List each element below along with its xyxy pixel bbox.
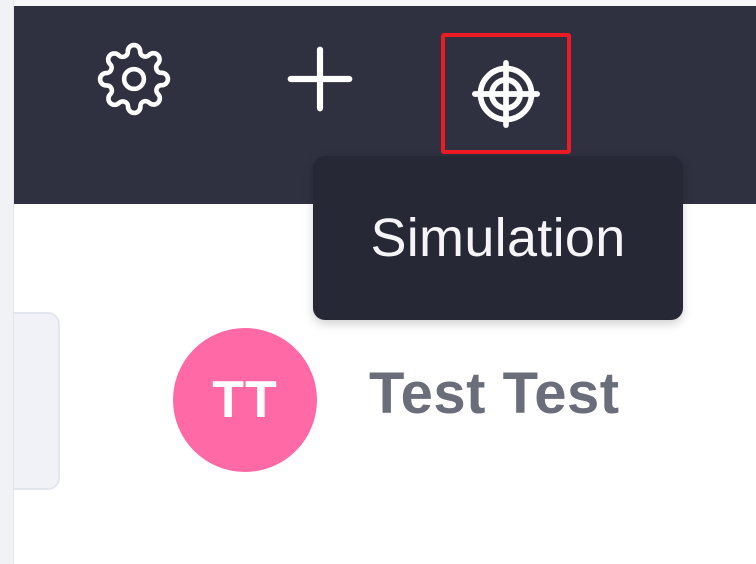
- avatar[interactable]: TT: [173, 328, 317, 472]
- app-window: Simulation TT Test Test: [0, 0, 756, 564]
- user-name: Test Test: [369, 361, 620, 426]
- tooltip-text: Simulation: [370, 208, 626, 268]
- plus-icon: [283, 42, 357, 116]
- gear-icon: [97, 42, 171, 116]
- avatar-initials: TT: [212, 371, 278, 429]
- simulation-tooltip: Simulation: [313, 156, 683, 320]
- add-button[interactable]: [280, 38, 360, 120]
- left-edge: [0, 0, 14, 564]
- settings-button[interactable]: [96, 38, 172, 120]
- simulation-button[interactable]: [441, 33, 571, 154]
- side-panel-card: [14, 312, 60, 490]
- crosshair-icon: [472, 59, 540, 128]
